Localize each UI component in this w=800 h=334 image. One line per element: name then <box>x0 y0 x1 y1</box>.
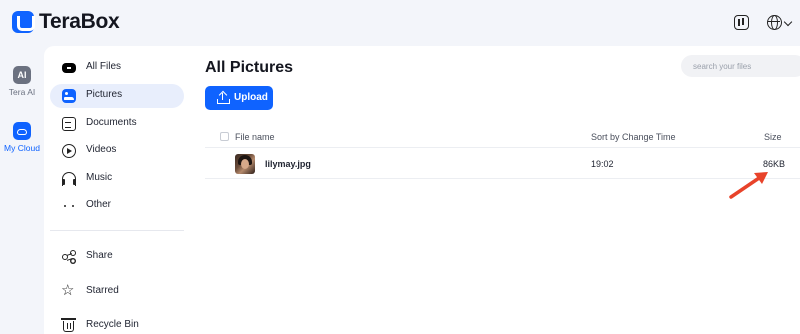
file-change-time: 19:02 <box>591 159 614 169</box>
sidebar-item-label: Other <box>86 199 112 210</box>
main-panel: All Pictures Upload File name Sort by Ch… <box>190 46 800 334</box>
table-row[interactable]: lilymay.jpg 19:02 86KB <box>205 149 800 179</box>
star-icon: ☆ <box>61 282 75 299</box>
sidebar-item-label: Music <box>86 172 113 183</box>
rail-item-my-cloud[interactable]: My Cloud <box>0 122 44 153</box>
documents-icon <box>62 117 76 131</box>
trash-icon <box>61 318 76 332</box>
ai-icon: AI <box>13 66 31 84</box>
file-thumbnail <box>235 154 255 174</box>
pictures-icon <box>62 89 76 103</box>
sidebar-item-starred[interactable]: ☆ Starred <box>50 280 184 304</box>
sidebar-item-label: Videos <box>86 144 117 155</box>
column-header-time[interactable]: Sort by Change Time <box>591 132 676 142</box>
chevron-down-icon <box>783 17 793 27</box>
select-all-checkbox[interactable] <box>220 132 229 141</box>
globe-icon <box>767 15 782 30</box>
upload-icon <box>217 90 230 104</box>
sidebar: All Files Pictures Documents Videos Musi… <box>44 46 190 334</box>
column-header-name[interactable]: File name <box>235 132 275 142</box>
sidebar-item-documents[interactable]: Documents <box>50 112 184 136</box>
upload-label: Upload <box>234 92 268 103</box>
videos-icon <box>62 144 76 158</box>
app-rail: AI Tera AI My Cloud <box>0 46 44 334</box>
app-name: TeraBox <box>39 10 120 33</box>
column-header-size[interactable]: Size <box>764 132 782 142</box>
language-selector[interactable] <box>766 12 794 34</box>
music-icon <box>62 172 76 186</box>
top-bar: TeraBox <box>0 0 800 46</box>
sidebar-item-label: Recycle Bin <box>86 319 139 330</box>
search-box[interactable] <box>681 55 800 77</box>
rail-item-tera-ai[interactable]: AI Tera AI <box>0 66 44 97</box>
sidebar-item-videos[interactable]: Videos <box>50 139 184 163</box>
sidebar-item-recycle-bin[interactable]: Recycle Bin <box>50 314 184 334</box>
sidebar-item-music[interactable]: Music <box>50 167 184 191</box>
search-input[interactable] <box>693 55 800 77</box>
rail-label: My Cloud <box>4 143 40 153</box>
sidebar-item-share[interactable]: Share <box>50 245 184 269</box>
sidebar-item-pictures[interactable]: Pictures <box>50 84 184 108</box>
sidebar-item-label: Pictures <box>86 89 123 100</box>
sidebar-divider <box>50 230 184 231</box>
table-header: File name Sort by Change Time Size <box>205 128 800 148</box>
all-files-icon <box>62 63 76 73</box>
rail-label: Tera AI <box>8 87 36 97</box>
sidebar-item-other[interactable]: Other <box>50 194 184 218</box>
sidebar-item-label: Share <box>86 250 113 261</box>
file-size: 86KB <box>763 159 786 169</box>
cloud-icon <box>13 122 31 140</box>
more-icon <box>62 199 76 213</box>
transfer-icon[interactable] <box>731 12 753 34</box>
sidebar-item-label: Documents <box>86 117 137 128</box>
sidebar-item-label: Starred <box>86 285 119 296</box>
file-name[interactable]: lilymay.jpg <box>265 159 311 169</box>
sidebar-item-all-files[interactable]: All Files <box>50 56 184 80</box>
share-icon <box>62 250 76 264</box>
terabox-logo-icon <box>12 11 35 33</box>
sidebar-item-label: All Files <box>86 61 122 72</box>
app-logo[interactable]: TeraBox <box>12 10 120 34</box>
upload-button[interactable]: Upload <box>205 86 273 110</box>
page-title: All Pictures <box>205 59 294 76</box>
